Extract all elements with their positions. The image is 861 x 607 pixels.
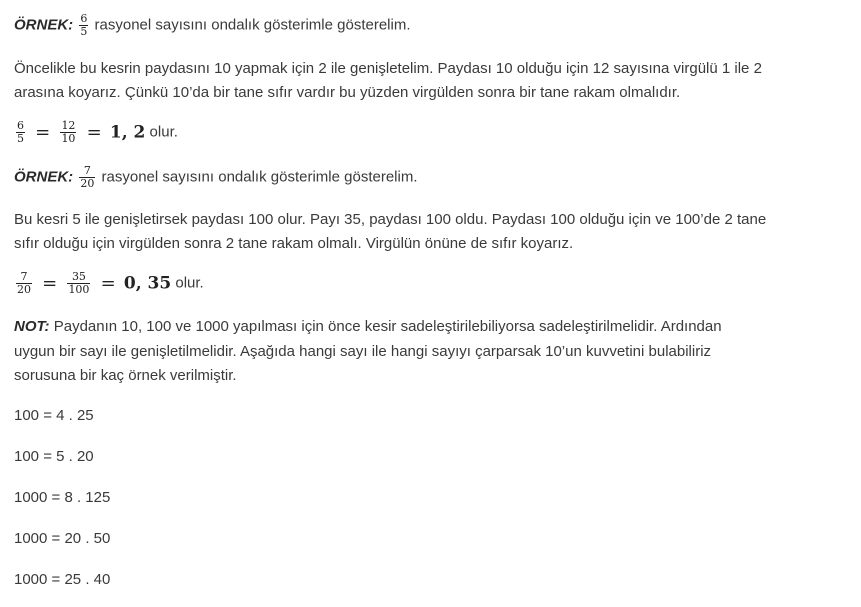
- fraction-numerator: 7: [83, 164, 91, 177]
- example-2-label: ÖRNEK:: [14, 168, 74, 186]
- fraction-numerator: 35: [71, 270, 86, 283]
- example-2-text: rasyonel sayısını ondalık gösterimle gös…: [101, 168, 418, 186]
- fraction-denominator: 10: [60, 132, 77, 145]
- paragraph-2-line-1: Bu kesri 5 ile genişletirsek paydası 100…: [14, 211, 767, 228]
- note-line-1: NOT: Paydanın 10, 100 ve 1000 yapılması …: [14, 315, 722, 339]
- example-1-fraction: 6 5: [79, 12, 89, 38]
- equation-2: 7 20 = 35 100 = 0, 35 olur.: [14, 271, 204, 296]
- fraction-denominator: 100: [67, 283, 91, 296]
- product-line: 1000 = 25 . 40: [14, 571, 111, 588]
- product-line: 100 = 5 . 20: [14, 448, 94, 465]
- note-line-3: sorusuna bir kaç örnek verilmiştir.: [14, 367, 237, 384]
- fraction-numerator: 12: [61, 119, 76, 132]
- equation-1-fraction-b: 12 10: [60, 119, 77, 145]
- fraction-denominator: 20: [79, 177, 96, 190]
- fraction-numerator: 7: [20, 270, 28, 283]
- paragraph-2-line-2: sıfır olduğu için virgülden sonra 2 tane…: [14, 235, 574, 252]
- equation-1-result: 1, 2: [109, 122, 146, 143]
- equation-2-suffix: olur.: [175, 274, 204, 292]
- example-2-fraction: 7 20: [79, 164, 96, 190]
- example-1-line: ÖRNEK: 6 5 rasyonel sayısını ondalık gös…: [14, 13, 411, 38]
- equation-1-suffix: olur.: [149, 123, 178, 141]
- equation-2-result: 0, 35: [123, 273, 172, 294]
- example-1-text: rasyonel sayısını ondalık gösterimle gös…: [94, 16, 411, 34]
- note-text-1: Paydanın 10, 100 ve 1000 yapılması için …: [53, 318, 722, 335]
- equation-1: 6 5 = 12 10 = 1, 2 olur.: [14, 120, 178, 145]
- paragraph-1-line-2: arasına koyarız. Çünkü 10’da bir tane sı…: [14, 84, 681, 101]
- equation-2-fraction-b: 35 100: [67, 270, 91, 296]
- product-line: 100 = 4 . 25: [14, 407, 94, 424]
- paragraph-1-line-1: Öncelikle bu kesrin paydasını 10 yapmak …: [14, 60, 762, 77]
- fraction-denominator: 20: [16, 283, 32, 296]
- equals-sign: =: [86, 121, 102, 143]
- example-2-line: ÖRNEK: 7 20 rasyonel sayısını ondalık gö…: [14, 165, 418, 190]
- product-line: 1000 = 20 . 50: [14, 530, 111, 547]
- equation-2-fraction-a: 7 20: [16, 271, 32, 296]
- equals-sign: =: [100, 272, 116, 294]
- note-line-2: uygun bir sayı ile genişletilmelidir. Aş…: [14, 343, 712, 360]
- note-label: NOT:: [14, 318, 50, 335]
- fraction-numerator: 6: [80, 12, 88, 25]
- fraction-numerator: 6: [17, 119, 24, 132]
- fraction-denominator: 5: [16, 132, 25, 145]
- example-1-label: ÖRNEK:: [14, 16, 74, 34]
- equals-sign: =: [42, 272, 58, 294]
- fraction-denominator: 5: [79, 25, 89, 38]
- equals-sign: =: [35, 121, 51, 143]
- product-line: 1000 = 8 . 125: [14, 489, 111, 506]
- equation-1-fraction-a: 6 5: [16, 120, 25, 145]
